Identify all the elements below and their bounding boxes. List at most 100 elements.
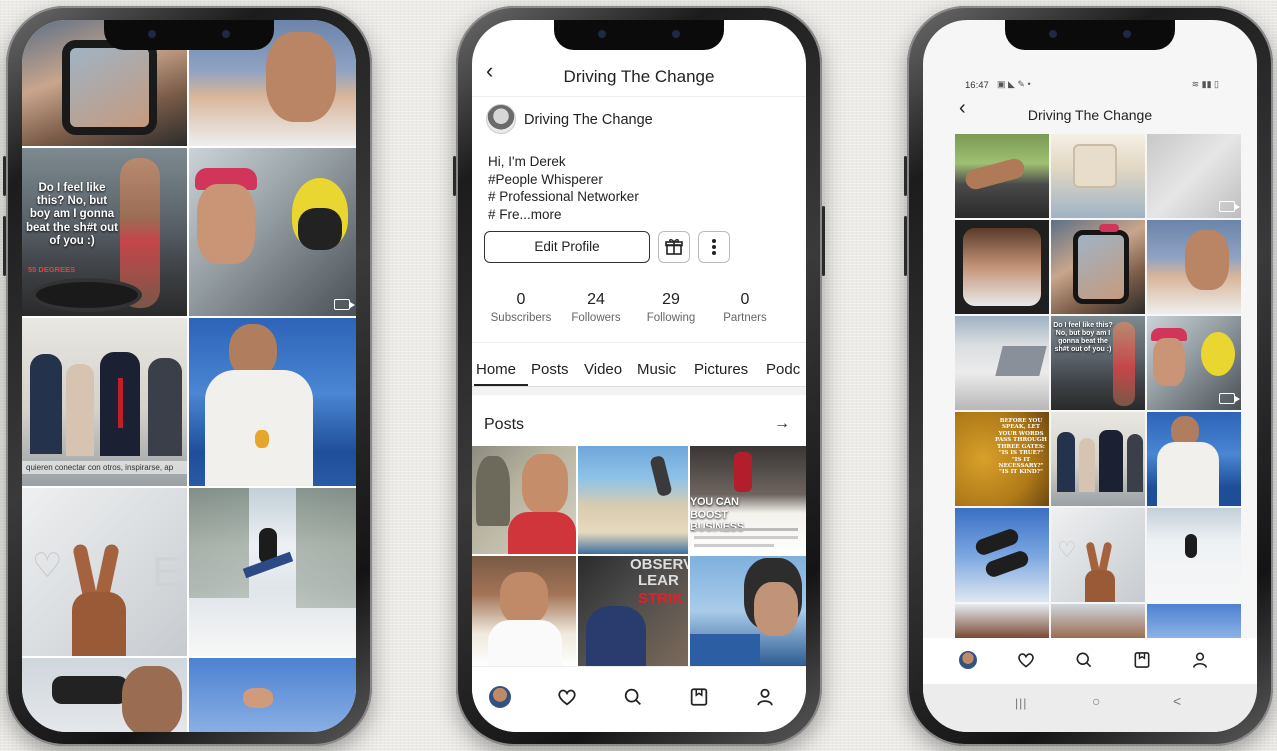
grid-tile-group-suits[interactable] (1051, 412, 1145, 506)
learn-text: LEAR (638, 572, 679, 589)
stat-followers[interactable]: 24 Followers (559, 291, 633, 324)
grid-tile-steering[interactable] (955, 134, 1049, 218)
gift-button[interactable] (658, 231, 690, 263)
fitness-quote-text: Do I feel like this? No, but boy am I go… (26, 182, 119, 247)
phone-middle-screen: ‹ Driving The Change Driving The Change … (472, 20, 806, 732)
grid-tile-rv[interactable] (955, 316, 1049, 410)
bookmark-icon[interactable] (1132, 650, 1152, 670)
heart-icon[interactable] (1016, 650, 1036, 670)
edit-profile-label: Edit Profile (534, 239, 600, 254)
video-icon (1219, 201, 1240, 212)
more-vertical-icon (712, 239, 716, 255)
recent-apps-button[interactable]: ||| (1015, 696, 1027, 710)
notch (1005, 20, 1175, 50)
tab-music[interactable]: Music (637, 361, 676, 378)
search-icon[interactable] (622, 686, 644, 708)
notch (104, 20, 274, 50)
grid-tile-fitness-quote[interactable]: Do I feel like this? No, but boy am I go… (1051, 316, 1145, 410)
stat-partners[interactable]: 0 Partners (708, 291, 782, 324)
fitness-brand-text: 55 DEGREES (28, 265, 76, 274)
grid-tile-snow-jump[interactable] (1147, 508, 1241, 602)
grid-tile-woman-mug[interactable] (955, 220, 1049, 314)
profile-name: Driving The Change (524, 112, 653, 128)
android-back-button[interactable]: < (1173, 693, 1181, 709)
grid-tile-love-snow[interactable]: ♡ (1051, 508, 1145, 602)
avatar[interactable] (486, 104, 516, 134)
signal-battery-icons: ≋ ▮▮ ▯ (1191, 79, 1219, 89)
grid-tile-sky[interactable] (1147, 604, 1241, 638)
gift-icon (665, 239, 683, 255)
heart-icon[interactable] (556, 686, 578, 708)
stat-subscribers[interactable]: 0 Subscribers (484, 291, 558, 324)
grid-tile-train-selfie[interactable] (1147, 220, 1241, 314)
tab-video[interactable]: Video (584, 361, 622, 378)
phone-middle: ‹ Driving The Change Driving The Change … (453, 6, 825, 746)
android-nav-bar (923, 684, 1257, 732)
stat-label: Followers (571, 312, 621, 324)
post-tile-boost-business[interactable]: YOU CAN BOOST BUSINESS (690, 446, 806, 554)
grid-tile-blurred-video[interactable] (1147, 134, 1241, 218)
stat-value: 0 (740, 291, 750, 308)
tab-podcasts[interactable]: Podc (766, 361, 800, 378)
bio-line: # Professional Networker (488, 189, 639, 204)
tab-home[interactable]: Home (476, 361, 516, 378)
phone-right: 16:47 ▣ ◣ ✎ • ≋ ▮▮ ▯ ‹ Driving The Chang… (904, 6, 1273, 746)
bio: Hi, I'm Derek #People Whisperer # Profes… (488, 153, 639, 223)
phone-right-screen: 16:47 ▣ ◣ ✎ • ≋ ▮▮ ▯ ‹ Driving The Chang… (923, 20, 1257, 732)
photo-tile-love-snow[interactable]: ♡ E (22, 488, 187, 656)
phone-left: Do I feel like this? No, but boy am I go… (3, 6, 372, 746)
bookmark-icon[interactable] (688, 686, 710, 708)
grid-tile-cabin[interactable] (955, 604, 1049, 638)
stat-label: Subscribers (490, 312, 552, 324)
post-tile-helmet-selfie[interactable] (690, 556, 806, 666)
photo-tile-sky[interactable] (189, 658, 356, 732)
photo-tile-fitness-quote[interactable]: Do I feel like this? No, but boy am I go… (22, 148, 187, 316)
photo-tile-binoculars[interactable] (22, 658, 187, 732)
grid-tile-food[interactable] (1051, 134, 1145, 218)
tab-posts[interactable]: Posts (531, 361, 569, 378)
grid-tile-ocean-white-shirt[interactable] (1147, 412, 1241, 506)
page-title: Driving The Change (563, 67, 715, 86)
stat-following[interactable]: 29 Following (634, 291, 708, 324)
fitness-quote-small-text: Do I feel like this? No, but boy am I go… (1053, 322, 1113, 354)
bio-line: Hi, I'm Derek (488, 154, 566, 169)
home-button[interactable]: ○ (1092, 693, 1100, 709)
posts-arrow-button[interactable]: → (774, 415, 790, 433)
stat-label: Partners (723, 312, 767, 324)
overlay-text: quieren conectar con otros, inspirarse, … (22, 461, 187, 474)
stat-value: 29 (662, 291, 680, 308)
edit-profile-button[interactable]: Edit Profile (484, 231, 650, 263)
posts-section-title: Posts (484, 416, 525, 433)
post-tile-market[interactable] (472, 556, 576, 666)
more-options-button[interactable] (698, 231, 730, 263)
strike-text: STRIK (638, 590, 683, 607)
grid-tile-buddha-quote[interactable]: BEFORE YOU SPEAK, LET YOUR WORDS PASS TH… (955, 412, 1049, 506)
video-icon (1219, 393, 1240, 404)
stat-value: 0 (516, 291, 526, 308)
search-icon[interactable] (1074, 650, 1094, 670)
photo-tile-snow-jump[interactable] (189, 488, 356, 656)
observe-text: OBSERV (630, 556, 688, 573)
nav-avatar[interactable] (959, 651, 977, 669)
post-tile-beach[interactable] (578, 446, 688, 554)
notch (554, 20, 724, 50)
photo-tile-ocean-white-shirt[interactable] (189, 318, 356, 486)
grid-tile-shoes-sky[interactable] (955, 508, 1049, 602)
photo-tile-pink-cap[interactable] (189, 148, 356, 316)
phone-left-screen: Do I feel like this? No, but boy am I go… (22, 20, 356, 732)
video-icon (334, 299, 355, 310)
post-tile-buddha-selfie[interactable] (472, 446, 576, 554)
nav-avatar[interactable] (489, 686, 511, 708)
profile-icon[interactable] (1190, 650, 1210, 670)
status-time: 16:47 (965, 80, 989, 91)
stat-value: 24 (587, 291, 605, 308)
bio-line-more[interactable]: # Fre...more (488, 206, 639, 224)
profile-icon[interactable] (754, 686, 776, 708)
tab-pictures[interactable]: Pictures (694, 361, 748, 378)
grid-tile-car-mirror[interactable] (1051, 220, 1145, 314)
grid-tile-binoculars[interactable] (1051, 604, 1145, 638)
grid-tile-pink-cap[interactable] (1147, 316, 1241, 410)
buddha-quote-text: BEFORE YOU SPEAK, LET YOUR WORDS PASS TH… (995, 418, 1047, 476)
photo-tile-group-suits[interactable]: quieren conectar con otros, inspirarse, … (22, 318, 187, 486)
post-tile-observe-learn-strike[interactable]: OBSERV LEAR STRIK (578, 556, 688, 666)
